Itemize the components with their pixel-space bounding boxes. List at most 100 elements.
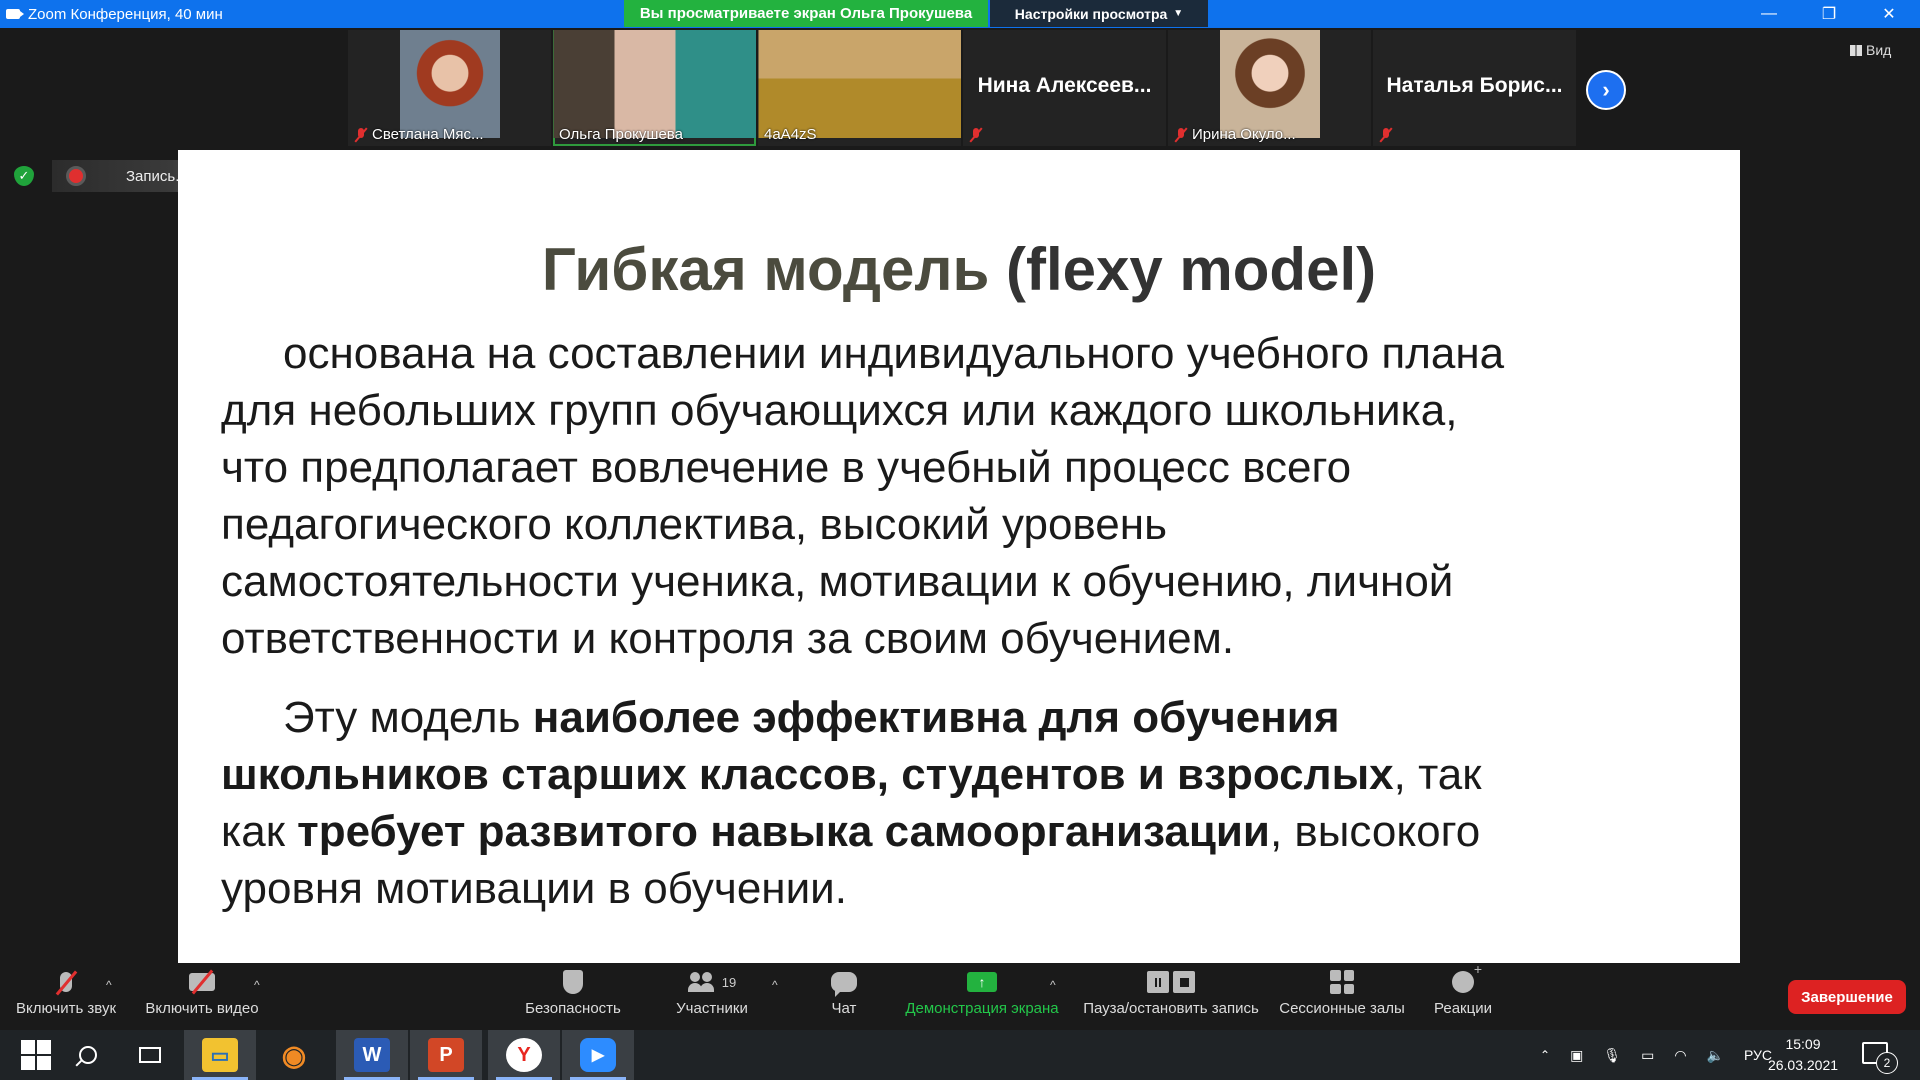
taskbar-app-zoom[interactable]: ▶ <box>562 1030 634 1080</box>
unmute-label: Включить звук <box>15 1000 117 1017</box>
taskbar-app-yandex[interactable]: Y <box>488 1030 560 1080</box>
task-view-icon <box>139 1047 161 1063</box>
mic-muted-icon <box>60 972 72 992</box>
share-screen-icon: ↑ <box>967 972 997 992</box>
participant-video <box>553 30 756 138</box>
reactions-button[interactable]: Реакции <box>1430 961 1496 1030</box>
blender-icon: ◉ <box>281 1039 307 1071</box>
participant-tile[interactable]: 4aA4zS <box>758 30 961 146</box>
slide-line: основана на составлении индивидуального … <box>283 329 1505 378</box>
taskbar-app-word[interactable]: W <box>336 1030 408 1080</box>
slide-text-bold: требует развитого навыка самоорганизации <box>297 807 1270 856</box>
next-participants-button[interactable]: › <box>1586 70 1626 110</box>
participant-name: 4aA4zS <box>764 126 817 143</box>
participant-strip: Светлана Мяс... Ольга Прокушева 4aA4zS Н… <box>348 30 1578 148</box>
taskbar-app-explorer[interactable]: ▭ <box>184 1030 256 1080</box>
slide-title-main: Гибкая модель <box>541 236 990 303</box>
view-options-dropdown[interactable]: Настройки просмотра ▼ <box>990 0 1208 27</box>
restore-button[interactable]: ❐ <box>1800 0 1858 28</box>
share-screen-button[interactable]: ↑ Демонстрация экрана <box>900 964 1064 1030</box>
minimize-button[interactable]: — <box>1740 0 1798 28</box>
chat-icon <box>831 972 857 997</box>
audio-options-caret[interactable]: ^ <box>106 978 112 992</box>
chevron-right-icon: › <box>1602 77 1610 102</box>
close-button[interactable]: ✕ <box>1860 0 1918 28</box>
screen-share-banner: Вы просматриваете экран Ольга Прокушева <box>624 0 988 27</box>
battery-icon[interactable]: ▭ <box>1641 1047 1654 1064</box>
shield-icon <box>563 970 583 994</box>
participant-video <box>758 30 961 138</box>
clock[interactable]: 15:09 26.03.2021 <box>1760 1034 1846 1076</box>
slide-text: Эту модель <box>283 693 533 742</box>
share-options-caret[interactable]: ^ <box>1050 978 1056 992</box>
participant-name: Ирина Окуло... <box>1192 126 1296 143</box>
video-options-caret[interactable]: ^ <box>254 978 260 992</box>
participant-name-large: Наталья Борис... <box>1386 74 1563 97</box>
microphone-icon[interactable]: 🎙 <box>1603 1047 1621 1064</box>
mic-muted-icon <box>354 127 368 143</box>
slide-line: самостоятельности ученика, мотивации к о… <box>221 557 1454 606</box>
clock-time: 15:09 <box>1785 1036 1821 1052</box>
grid-view-icon <box>1850 44 1862 56</box>
volume-icon[interactable]: 🔈 <box>1707 1047 1724 1064</box>
slide-text-bold: наиболее эффективна для обучения <box>532 693 1340 742</box>
windows-logo-icon <box>21 1040 51 1070</box>
show-hidden-icons-icon[interactable]: ⌃ <box>1540 1048 1550 1062</box>
view-button[interactable]: Вид <box>1850 42 1891 58</box>
pause-stop-recording-label: Пауза/остановить запись <box>1083 1000 1259 1017</box>
chevron-down-icon: ▼ <box>1173 8 1184 19</box>
participant-name: Светлана Мяс... <box>372 126 484 143</box>
wifi-icon[interactable]: ◠ <box>1674 1047 1686 1064</box>
participant-photo <box>1219 30 1320 138</box>
pause-stop-recording-button[interactable]: Пауза/остановить запись <box>1080 964 1262 1030</box>
participant-photo <box>399 30 500 138</box>
slide-text: , так <box>1393 750 1482 799</box>
unmute-button[interactable]: Включить звук <box>8 964 124 1030</box>
participant-tile[interactable]: Светлана Мяс... <box>348 30 551 146</box>
breakout-rooms-icon <box>1330 970 1354 994</box>
participants-button[interactable]: 19 Участники <box>668 964 756 1030</box>
chat-label: Чат <box>831 1000 857 1017</box>
end-meeting-button[interactable]: Завершение <box>1788 980 1906 1014</box>
screen-icon[interactable]: ▣ <box>1570 1047 1583 1064</box>
share-screen-label: Демонстрация экрана <box>905 1000 1059 1017</box>
participants-options-caret[interactable]: ^ <box>772 978 778 992</box>
chat-button[interactable]: Чат <box>816 964 872 1030</box>
breakout-rooms-button[interactable]: Сессионные залы <box>1278 964 1406 1030</box>
slide-line: как требует развитого навыка самоорганиз… <box>221 803 1701 860</box>
participant-name: Ольга Прокушева <box>559 126 683 143</box>
mic-muted-icon <box>969 127 983 143</box>
task-view-button[interactable] <box>114 1030 186 1080</box>
slide-title: Гибкая модель (flexy model) <box>178 235 1740 304</box>
meeting-toolbar: Включить звук ^ Включить видео ^ Безопас… <box>0 961 1920 1030</box>
reactions-icon <box>1452 961 1482 993</box>
word-icon: W <box>354 1038 390 1072</box>
encryption-shield-icon[interactable]: ✓ <box>14 166 34 186</box>
slide-text: как <box>221 807 298 856</box>
taskbar-app-powerpoint[interactable]: P <box>410 1030 482 1080</box>
clock-date: 26.03.2021 <box>1767 1057 1839 1073</box>
notification-count: 2 <box>1876 1052 1898 1074</box>
breakout-rooms-label: Сессионные залы <box>1279 1000 1405 1017</box>
participant-tile[interactable]: Наталья Борис... <box>1373 30 1576 146</box>
participant-tile[interactable]: Нина Алексеев... <box>963 30 1166 146</box>
start-video-label: Включить видео <box>145 1000 259 1017</box>
slide-text: , высокого <box>1269 807 1481 856</box>
video-off-icon <box>189 973 215 991</box>
zoom-icon: ▶ <box>580 1038 616 1072</box>
slide-title-english: (flexy model) <box>1006 236 1377 303</box>
participant-name-large: Нина Алексеев... <box>977 74 1152 97</box>
taskbar-app-blender[interactable]: ◉ <box>258 1030 330 1080</box>
mic-muted-icon <box>1379 127 1393 143</box>
participants-label: Участники <box>676 1000 748 1017</box>
participant-tile-active-speaker[interactable]: Ольга Прокушева <box>553 30 756 146</box>
pause-icon <box>1147 971 1169 993</box>
participant-tile[interactable]: Ирина Окуло... <box>1168 30 1371 146</box>
slide-line: школьников старших классов, студентов и … <box>221 746 1701 803</box>
recording-dot-icon <box>66 166 86 186</box>
participants-icon <box>687 972 718 992</box>
stop-icon <box>1173 971 1195 993</box>
folder-icon: ▭ <box>202 1038 238 1072</box>
security-button[interactable]: Безопасность <box>522 964 624 1030</box>
start-video-button[interactable]: Включить видео <box>140 964 264 1030</box>
